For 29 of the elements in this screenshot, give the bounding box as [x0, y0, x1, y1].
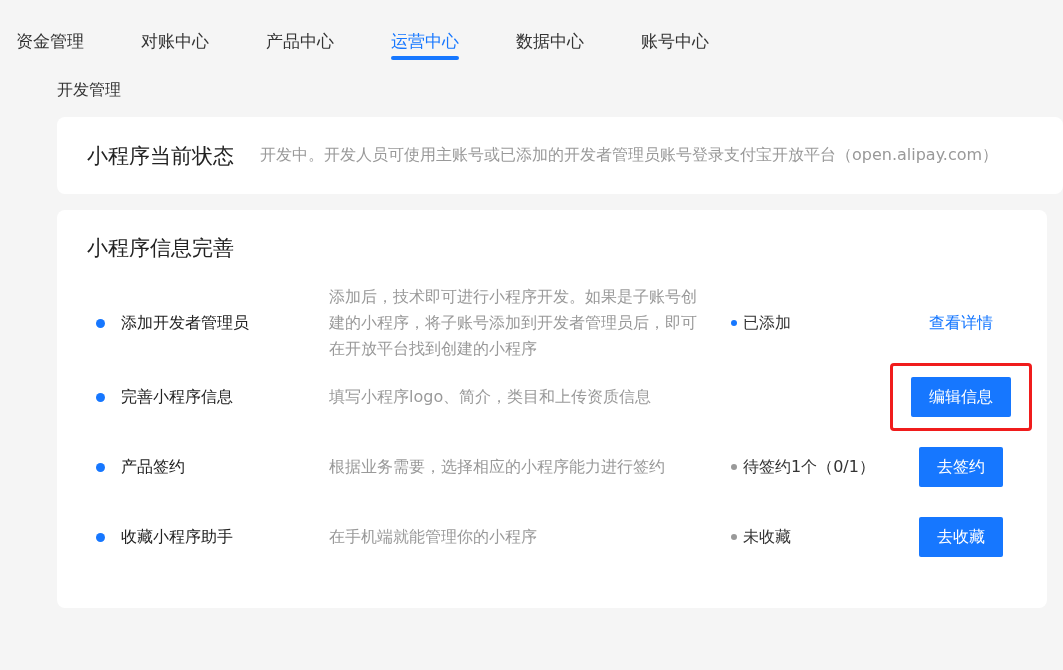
status-label: 待签约1个（0/1）: [743, 456, 875, 478]
card-title: 小程序当前状态: [87, 142, 234, 170]
details-link[interactable]: 查看详情: [923, 311, 999, 335]
status-label: 已添加: [743, 312, 791, 334]
action-button[interactable]: 编辑信息: [911, 377, 1011, 417]
item-name: 产品签约: [121, 456, 186, 478]
nav-tab[interactable]: 对账中心: [141, 18, 209, 60]
bullet-icon: [96, 462, 105, 472]
bullet-icon: [96, 532, 105, 542]
action-button[interactable]: 去签约: [919, 447, 1003, 487]
nav-tab[interactable]: 数据中心: [516, 18, 584, 60]
bullet-icon: [96, 392, 105, 402]
nav-tab[interactable]: 产品中心: [266, 18, 334, 60]
nav-tab[interactable]: 资金管理: [16, 18, 84, 60]
card-title: 小程序信息完善: [86, 235, 234, 262]
item-name: 添加开发者管理员: [121, 312, 250, 334]
item-description: 在手机端就能管理你的小程序: [329, 526, 538, 548]
item-description: 填写小程序logo、简介，类目和上传资质信息: [329, 386, 653, 408]
action-button[interactable]: 去收藏: [919, 517, 1003, 557]
item-name: 收藏小程序助手: [121, 526, 234, 548]
item-name: 完善小程序信息: [121, 386, 234, 408]
nav-tab[interactable]: 运营中心: [391, 18, 459, 60]
item-description: 根据业务需要，选择相应的小程序能力进行签约: [329, 456, 666, 478]
bullet-icon: [96, 318, 105, 328]
section-title: 开发管理: [57, 80, 121, 101]
status-text: 开发中。开发人员可使用主账号或已添加的开发者管理员账号登录支付宝开放平台（open.alipay.com）: [260, 145, 999, 166]
status-label: 未收藏: [743, 526, 791, 548]
nav-tab[interactable]: 账号中心: [641, 18, 709, 60]
item-description: 添加后，技术即可进行小程序开发。如果是子账号创建的小程序，将子账号添加到开发者管理员后，即可在开放平台找到创建的小程序: [329, 286, 698, 360]
